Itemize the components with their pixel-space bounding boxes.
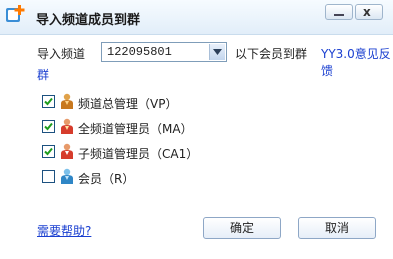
role-list: 频道总管理（VP） 全频道管理员（MA） 子频道管理员（CA1） 会员（R） [42,92,262,192]
role-ca1[interactable]: 子频道管理员（CA1） [42,142,262,162]
title-bar: 导入频道成员到群 x [0,0,393,35]
ok-button[interactable]: 确定 [203,217,281,239]
chevron-down-icon[interactable] [209,44,225,60]
role-vp[interactable]: 频道总管理（VP） [42,92,262,112]
role-ma[interactable]: 全频道管理员（MA） [42,117,262,137]
group-name-link[interactable]: YY3.0意见反馈 [321,45,393,79]
window-title: 导入频道成员到群 [36,13,141,28]
close-icon: x [363,5,371,19]
member-figure-icon [61,168,73,184]
import-label: 导入频道 [37,47,86,61]
role-ma-checkbox[interactable] [42,120,55,133]
role-ca1-checkbox[interactable] [42,145,55,158]
channel-select[interactable]: 122095801 [101,42,227,62]
vip-figure-icon [61,93,73,109]
role-vp-checkbox[interactable] [42,95,55,108]
import-row: 导入频道 122095801 以下会员到群 YY3.0意见反馈 [37,42,393,78]
role-member-checkbox[interactable] [42,170,55,183]
channel-id-value: 122095801 [107,45,172,59]
close-button[interactable]: x [355,4,383,20]
minimize-button[interactable] [325,4,353,20]
help-link[interactable]: 需要帮助? [37,222,91,239]
role-ca1-label: 子频道管理员（CA1） [78,147,199,161]
role-member[interactable]: 会员（R） [42,167,262,187]
role-member-label: 会员（R） [78,172,135,186]
cancel-button[interactable]: 取消 [298,217,376,239]
admin-figure-icon [61,118,73,134]
to-group-label: 以下会员到群 [235,47,308,61]
sub-admin-figure-icon [61,143,73,159]
group-name-link-cont[interactable]: 群 [37,66,49,83]
role-ma-label: 全频道管理员（MA） [78,122,193,136]
role-vp-label: 频道总管理（VP） [78,97,178,111]
app-logo-icon [6,5,25,22]
minimize-icon [334,14,344,16]
